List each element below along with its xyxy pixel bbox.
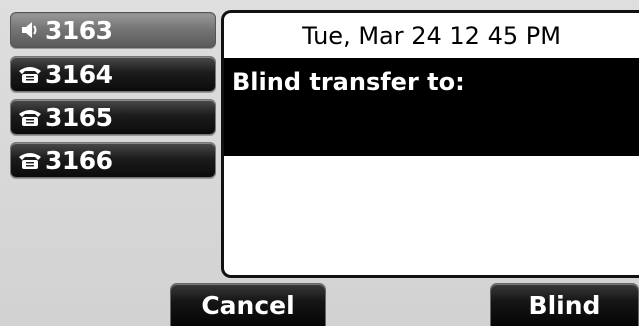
- blind-transfer-button[interactable]: Blind: [490, 283, 639, 326]
- phone-icon: [17, 105, 43, 129]
- date-time: Tue, Mar 24 12 45 PM: [302, 21, 561, 50]
- cancel-button[interactable]: Cancel: [170, 283, 326, 326]
- phone-icon: [17, 62, 43, 86]
- line-key-3166[interactable]: 3166: [10, 142, 216, 178]
- transfer-entry[interactable]: Blind transfer to:: [224, 58, 639, 156]
- speaker-icon: [17, 18, 43, 42]
- phone-screen: 3163 3164 3165 3166 Tue, Mar 24 12 45 PM…: [0, 0, 639, 326]
- call-display-panel: Tue, Mar 24 12 45 PM Blind transfer to:: [221, 10, 639, 278]
- line-label: 3165: [45, 102, 113, 132]
- line-key-3165[interactable]: 3165: [10, 99, 216, 135]
- transfer-prompt: Blind transfer to:: [232, 68, 465, 96]
- line-key-3163[interactable]: 3163: [10, 12, 216, 48]
- line-label: 3164: [45, 59, 113, 89]
- line-key-3164[interactable]: 3164: [10, 56, 216, 92]
- phone-icon: [17, 148, 43, 172]
- line-label: 3166: [45, 145, 113, 175]
- line-label: 3163: [45, 15, 113, 45]
